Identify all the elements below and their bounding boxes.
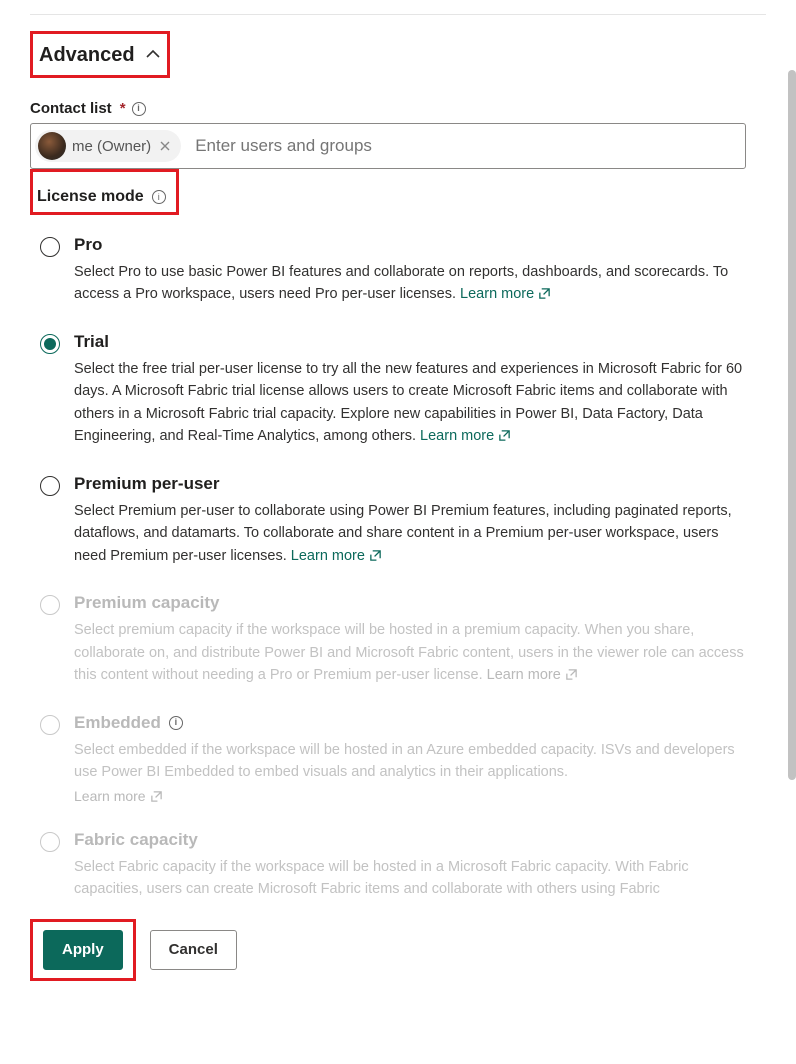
radio-premcap bbox=[40, 595, 60, 615]
option-title-text: Premium per-user bbox=[74, 474, 220, 494]
license-mode-label: License mode bbox=[37, 188, 144, 206]
avatar bbox=[38, 132, 66, 160]
option-description: Select premium capacity if the workspace… bbox=[74, 619, 754, 688]
license-option-pro[interactable]: Pro Select Pro to use basic Power BI feat… bbox=[30, 221, 766, 318]
option-title: Premium per-user bbox=[74, 474, 754, 494]
highlight-advanced: Advanced bbox=[30, 31, 170, 78]
contact-list-label: Contact list bbox=[30, 100, 112, 117]
external-link-icon bbox=[565, 666, 578, 688]
info-icon[interactable]: i bbox=[132, 102, 146, 116]
license-option-trial[interactable]: Trial Select the free trial per-user lice… bbox=[30, 318, 766, 460]
option-title-text: Embedded bbox=[74, 713, 161, 733]
contact-chip[interactable]: me (Owner) bbox=[35, 130, 181, 162]
external-link-icon bbox=[369, 547, 382, 569]
external-link-icon bbox=[538, 285, 551, 307]
option-title: Pro bbox=[74, 235, 754, 255]
contact-list-text-input[interactable] bbox=[189, 135, 741, 157]
chevron-up-icon bbox=[145, 46, 161, 65]
radio-ppu[interactable] bbox=[40, 476, 60, 496]
external-link-icon bbox=[150, 790, 163, 806]
highlight-license-mode: License mode i bbox=[30, 169, 179, 215]
divider bbox=[30, 14, 766, 15]
option-description: Select Pro to use basic Power BI feature… bbox=[74, 261, 754, 308]
option-title-text: Pro bbox=[74, 235, 102, 255]
info-icon[interactable]: i bbox=[152, 190, 166, 204]
license-option-premcap: Premium capacity Select premium capacity … bbox=[30, 579, 766, 698]
option-title-text: Fabric capacity bbox=[74, 830, 198, 850]
learn-more-link: Learn more bbox=[74, 788, 163, 804]
option-title: Premium capacity bbox=[74, 593, 754, 613]
option-body: Pro Select Pro to use basic Power BI feat… bbox=[74, 235, 754, 308]
info-icon: i bbox=[169, 716, 183, 730]
option-body: Premium capacity Select premium capacity … bbox=[74, 593, 754, 688]
license-options: Pro Select Pro to use basic Power BI feat… bbox=[30, 221, 766, 911]
license-option-ppu[interactable]: Premium per-user Select Premium per-user … bbox=[30, 460, 766, 579]
advanced-title: Advanced bbox=[39, 44, 135, 67]
radio-fabric bbox=[40, 832, 60, 852]
scrollbar[interactable] bbox=[788, 70, 796, 780]
license-option-fabric: Fabric capacity Select Fabric capacity if… bbox=[30, 816, 766, 911]
learn-more-link[interactable]: Learn more bbox=[291, 548, 382, 564]
option-description: Select the free trial per-user license t… bbox=[74, 358, 754, 450]
option-description: Select Premium per-user to collaborate u… bbox=[74, 500, 754, 569]
radio-trial[interactable] bbox=[40, 334, 60, 354]
contact-list-label-row: Contact list * i bbox=[30, 100, 766, 117]
contact-chip-label: me (Owner) bbox=[72, 138, 151, 155]
external-link-icon bbox=[498, 427, 511, 449]
option-body: Fabric capacity Select Fabric capacity if… bbox=[74, 830, 754, 901]
radio-embedded bbox=[40, 715, 60, 735]
option-body: Embedded i Select embedded if the workspac… bbox=[74, 713, 754, 806]
option-description: Select embedded if the workspace will be… bbox=[74, 739, 754, 784]
license-option-embedded: Embedded i Select embedded if the workspac… bbox=[30, 699, 766, 816]
close-icon[interactable] bbox=[157, 138, 173, 154]
advanced-toggle[interactable]: Advanced bbox=[33, 34, 167, 75]
learn-more-link[interactable]: Learn more bbox=[420, 428, 511, 444]
option-title: Trial bbox=[74, 332, 754, 352]
cancel-button[interactable]: Cancel bbox=[150, 930, 237, 970]
option-description: Select Fabric capacity if the workspace … bbox=[74, 856, 754, 901]
required-indicator: * bbox=[120, 100, 126, 117]
option-title: Embedded i bbox=[74, 713, 754, 733]
contact-list-input[interactable]: me (Owner) bbox=[30, 123, 746, 169]
apply-button[interactable]: Apply bbox=[43, 930, 123, 970]
highlight-apply: Apply bbox=[30, 919, 136, 981]
option-title: Fabric capacity bbox=[74, 830, 754, 850]
radio-pro[interactable] bbox=[40, 237, 60, 257]
option-title-text: Trial bbox=[74, 332, 109, 352]
option-body: Premium per-user Select Premium per-user … bbox=[74, 474, 754, 569]
learn-more-link[interactable]: Learn more bbox=[460, 286, 551, 302]
learn-more-link: Learn more bbox=[487, 667, 578, 683]
option-body: Trial Select the free trial per-user lice… bbox=[74, 332, 754, 450]
option-title-text: Premium capacity bbox=[74, 593, 220, 613]
